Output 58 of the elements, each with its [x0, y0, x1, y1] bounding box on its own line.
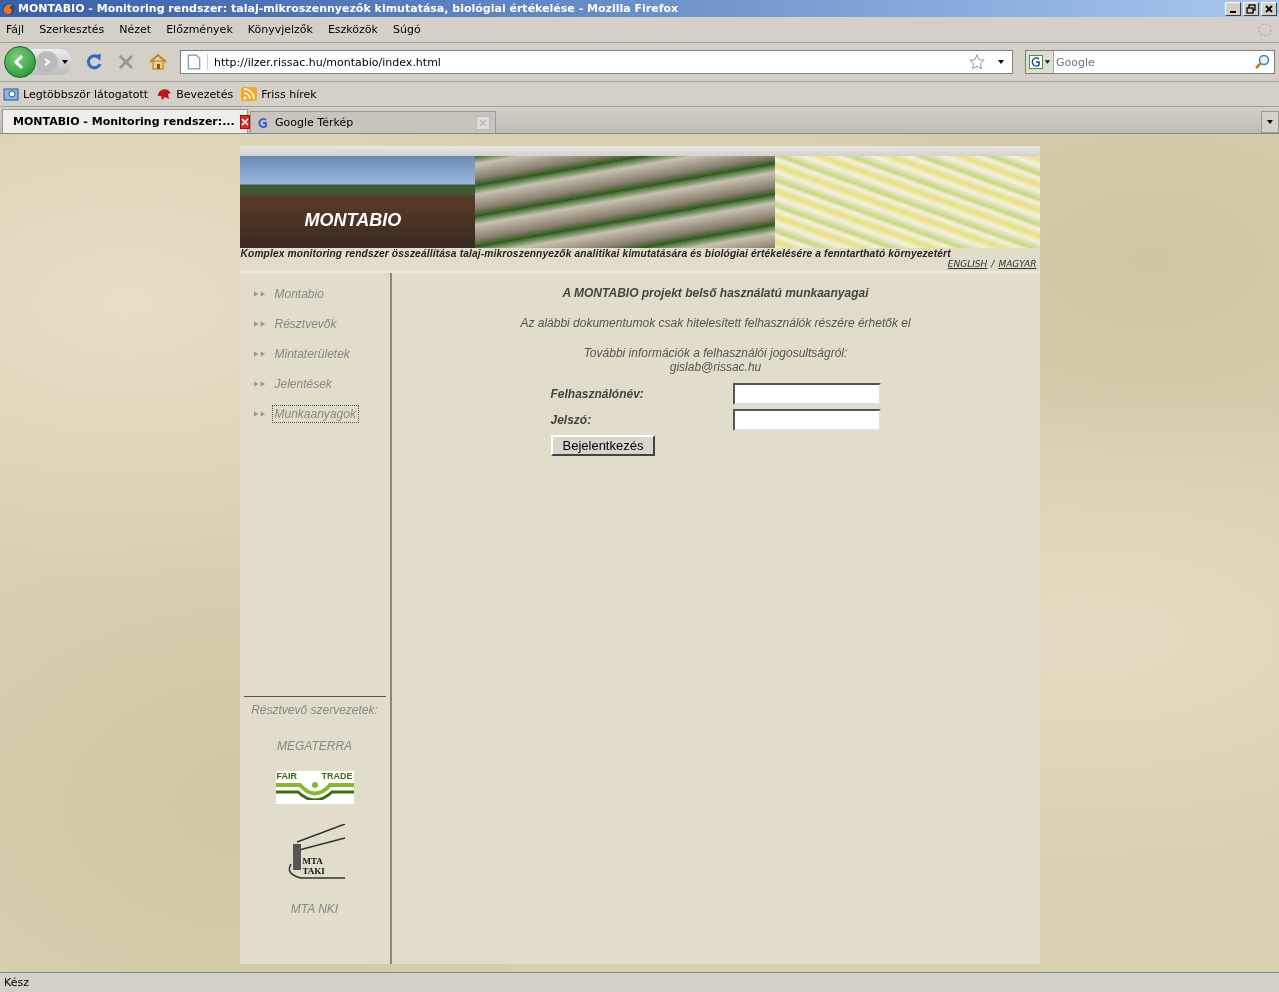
- status-text: Kész: [4, 976, 29, 989]
- home-icon[interactable]: [148, 52, 168, 72]
- language-link[interactable]: MAGYAR: [998, 259, 1037, 271]
- folder-search-icon: [3, 86, 19, 102]
- restore-icon: [1246, 3, 1256, 14]
- input-field[interactable]: [732, 409, 881, 431]
- tab-close-icon[interactable]: [239, 114, 250, 129]
- partner-logo: FAIR TRADE: [275, 771, 354, 804]
- search-icon[interactable]: [1254, 54, 1270, 70]
- page-heading: A MONTABIO projekt belső használatú munkaanyagai: [562, 286, 869, 300]
- minimize-button[interactable]: [1225, 1, 1241, 16]
- window-title: MONTABIO - Monitoring rendszer: talaj-mikroszennyezők kimutatása, biológiai értékelése - Mozilla Firefox: [18, 2, 680, 15]
- menu-item[interactable]: Eszközök: [327, 23, 386, 36]
- url-text: http://ilzer.rissac.hu/montabio/index.html: [214, 55, 442, 69]
- menu-item[interactable]: Nézet: [119, 23, 160, 36]
- menu-item[interactable]: Súgó: [392, 23, 429, 36]
- address-bar[interactable]: http://ilzer.rissac.hu/montabio/index.html: [180, 50, 1013, 74]
- animal-icon: [156, 86, 173, 102]
- browser-tab[interactable]: Google Térkép: [250, 111, 496, 133]
- minimize-icon: [1230, 10, 1236, 13]
- separator: /: [991, 259, 995, 271]
- close-button[interactable]: [1261, 1, 1277, 16]
- search-engine-icon[interactable]: [1026, 51, 1054, 73]
- site-subtitle: Komplex monitoring rendszer összeállítása talaj-mikroszennyezők analitikai kimutatására és biológiai értékelésére a fenntartható környezetért: [239, 248, 952, 259]
- menu-item[interactable]: Szerkesztés: [39, 23, 113, 36]
- bookmark-star-icon[interactable]: [968, 53, 986, 71]
- bookmark-item[interactable]: Friss hírek: [241, 86, 317, 102]
- search-box[interactable]: Google: [1025, 50, 1275, 74]
- banner-title: MONTABIO: [304, 210, 402, 231]
- partner-name: MTA NKI: [290, 902, 339, 916]
- restore-button[interactable]: [1243, 1, 1259, 16]
- back-button[interactable]: [4, 46, 36, 78]
- history-dropdown-icon[interactable]: [62, 60, 68, 64]
- rss-feed-icon: [241, 86, 258, 102]
- language-link[interactable]: ENGLISH: [947, 259, 988, 271]
- browser-tab[interactable]: MONTABIO - Monitoring rendszer:...: [2, 109, 248, 133]
- dropdown-icon[interactable]: [998, 60, 1004, 64]
- browser-logo-icon: [2, 1, 16, 16]
- partner-logo: MTA TAKI: [282, 824, 347, 880]
- tab-list-button[interactable]: [1261, 111, 1279, 133]
- info-text: További információk a felhasználói jogosultságról:: [583, 346, 848, 360]
- partners-heading: Résztvevő szervezetek:: [251, 703, 378, 717]
- bookmark-item[interactable]: Legtöbbször látogatott: [3, 86, 149, 102]
- input-field[interactable]: [732, 383, 881, 405]
- menu-item[interactable]: Előzmények: [166, 23, 241, 36]
- menu-item[interactable]: Könyvjelzők: [247, 23, 321, 36]
- menu-item[interactable]: Fájl: [6, 23, 33, 36]
- field-label: Jelszó:: [550, 413, 592, 427]
- email-text: gislab@rissac.hu: [669, 360, 762, 374]
- login-button[interactable]: Bejelentkezés: [550, 435, 656, 456]
- close-icon: [1264, 3, 1274, 14]
- caret-icon: [1267, 120, 1273, 124]
- loading-spinner-icon: [1257, 21, 1273, 38]
- field-label: Felhasználónév:: [550, 387, 644, 401]
- reload-icon[interactable]: [84, 52, 104, 72]
- bookmark-item[interactable]: Bevezetés: [156, 86, 234, 102]
- notice-text: Az alábbi dokumentumok csak hitelesített felhasználók részére érhetők el: [520, 316, 911, 330]
- partner-name: MEGATERRA: [276, 739, 353, 753]
